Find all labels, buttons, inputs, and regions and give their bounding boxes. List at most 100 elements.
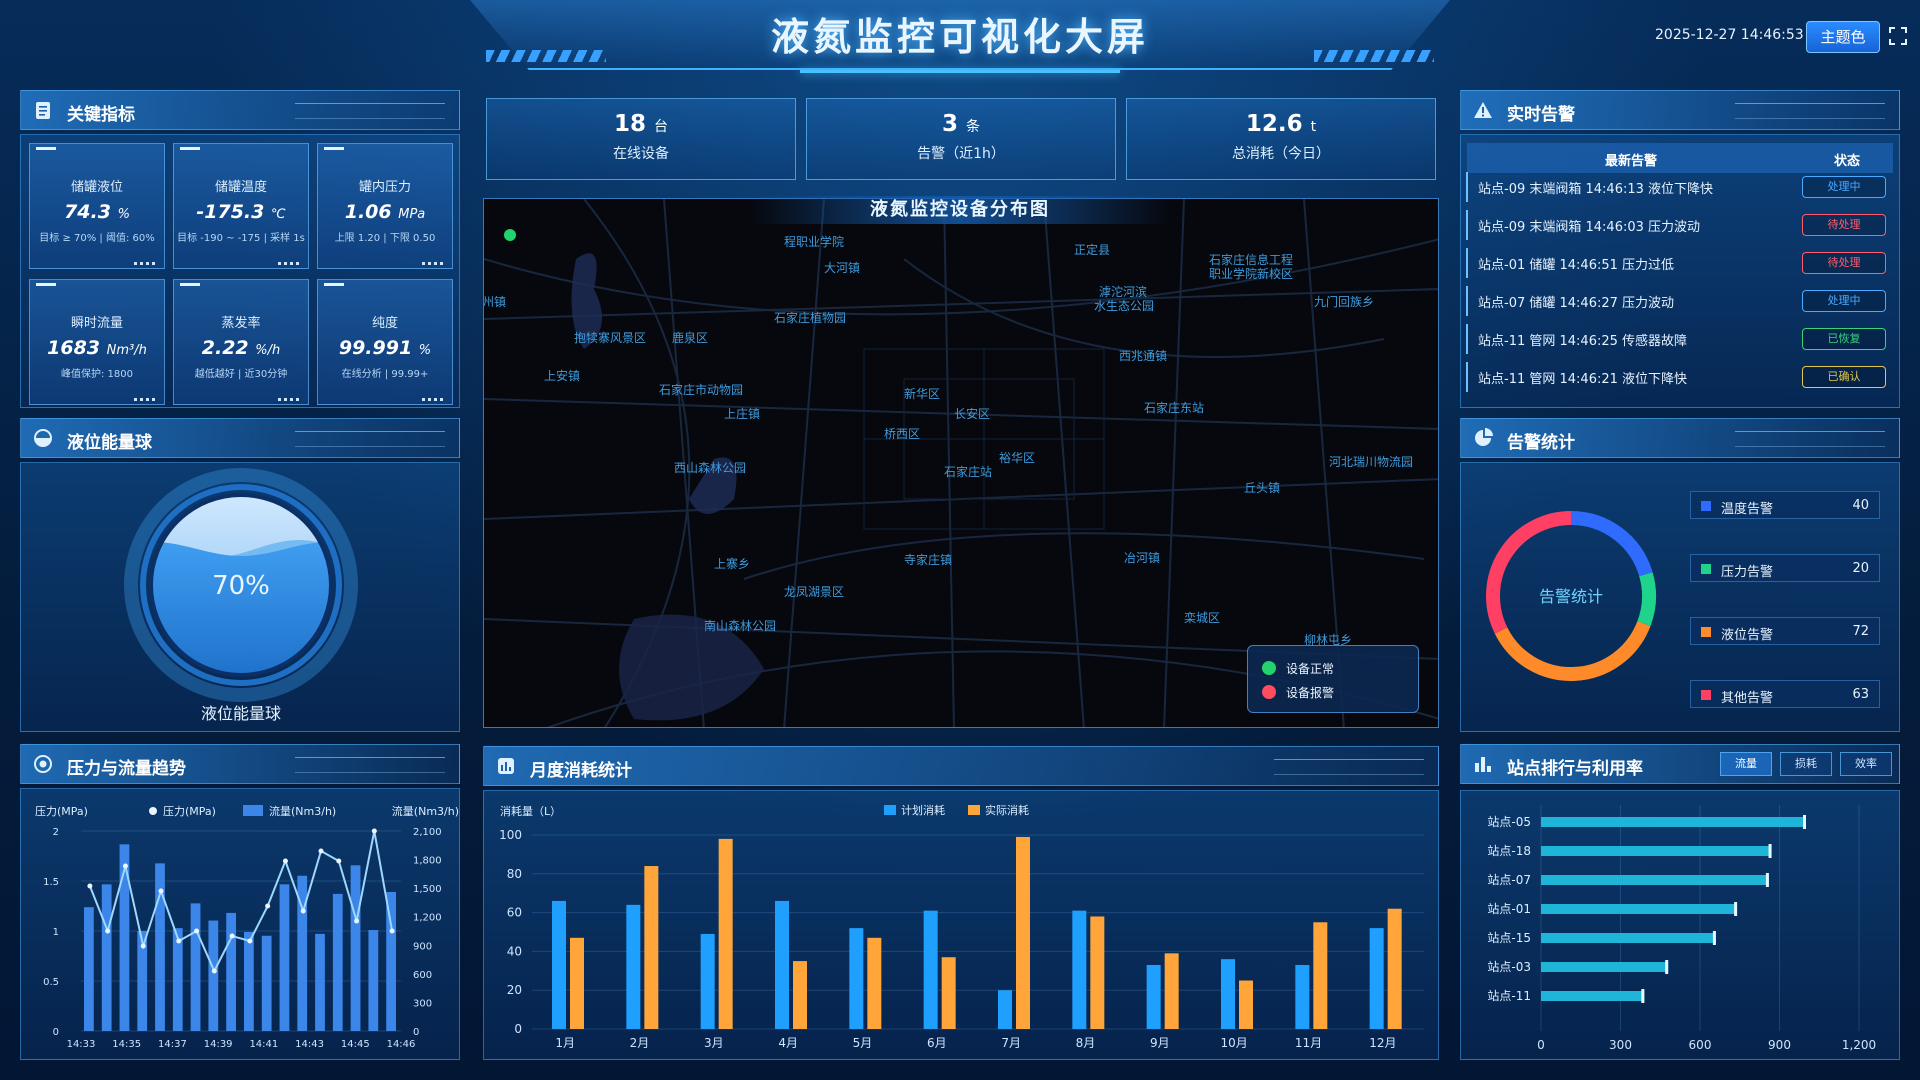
stat-value: 18 台 bbox=[613, 111, 669, 137]
kpi-value: 99.991 % bbox=[338, 337, 432, 359]
map-place-label: 石家庄站 bbox=[944, 465, 993, 479]
panel-head-monthly: 月度消耗统计 bbox=[483, 746, 1439, 786]
panel-head-alarm-stats: 告警统计 bbox=[1460, 418, 1900, 458]
y-tick-right: 300 bbox=[413, 998, 432, 1009]
panel-decoration bbox=[1735, 103, 1885, 119]
rank-label: 站点-03 bbox=[1487, 960, 1531, 974]
flow-bar bbox=[386, 891, 396, 1031]
y-tick: 0 bbox=[514, 1022, 522, 1036]
pressure-point bbox=[318, 848, 324, 854]
alarm-row[interactable]: 站点-07 储罐 14:46:27 压力波动 处理中 bbox=[1466, 286, 1892, 316]
monthly-bar bbox=[849, 928, 864, 1029]
rank-label: 站点-01 bbox=[1487, 902, 1531, 916]
pressure-point bbox=[354, 918, 360, 924]
tab-loss[interactable]: 损耗 bbox=[1780, 752, 1832, 776]
ball-caption: 液位能量球 bbox=[201, 704, 281, 723]
green-dot-icon bbox=[1262, 661, 1276, 675]
flow-bar bbox=[84, 907, 94, 1031]
alarm-row[interactable]: 站点-11 管网 14:46:21 液位下降快 已确认 bbox=[1466, 362, 1892, 392]
y-tick: 100 bbox=[499, 828, 522, 842]
fullscreen-icon[interactable] bbox=[1888, 26, 1908, 46]
monthly-bar bbox=[923, 910, 938, 1029]
donut-slice bbox=[1486, 511, 1572, 634]
map-place-label: 西山森林公园 bbox=[674, 461, 747, 475]
x-tick: 14:41 bbox=[249, 1039, 278, 1050]
alarm-row[interactable]: 站点-01 储罐 14:46:51 压力过低 待处理 bbox=[1466, 248, 1892, 278]
panel-monthly: 消耗量（L） 计划消耗 实际消耗 0 20 40 60 80 100 1月 2月 3月 4月 5月 6月 7月… bbox=[483, 790, 1439, 1060]
x-tick: 0 bbox=[1537, 1038, 1545, 1052]
x-tick: 12月 bbox=[1369, 1036, 1396, 1050]
alarm-row[interactable]: 站点-11 管网 14:46:25 传感器故障 已恢复 bbox=[1466, 324, 1892, 354]
pressure-point bbox=[87, 883, 93, 889]
monthly-bar bbox=[626, 904, 641, 1029]
kpi-sub: 在线分析 | 99.99+ bbox=[341, 369, 429, 380]
x-tick: 6月 bbox=[927, 1036, 947, 1050]
color-swatch bbox=[1701, 627, 1711, 637]
stat-card: 12.6 t 总消耗（今日） bbox=[1126, 98, 1436, 180]
kpi-sub: 上限 1.20 | 下限 0.50 bbox=[334, 233, 436, 244]
theme-color-button[interactable]: 主题色 bbox=[1806, 21, 1880, 53]
alarm-donut-chart: 告警统计 bbox=[1486, 511, 1656, 681]
map-place-label: 寺家庄镇 bbox=[904, 553, 953, 567]
y-axis-label: 消耗量（L） bbox=[500, 804, 561, 818]
y-tick-right: 2,100 bbox=[413, 827, 442, 838]
map-place-label: 程职业学院 bbox=[784, 235, 845, 249]
stat-label: 总消耗（今日） bbox=[1232, 146, 1330, 162]
donut-slice bbox=[1570, 511, 1653, 577]
color-swatch bbox=[1701, 564, 1711, 574]
rank-label: 站点-05 bbox=[1487, 815, 1531, 829]
tab-efficiency[interactable]: 效率 bbox=[1840, 752, 1892, 776]
alarm-row[interactable]: 站点-09 末端阀箱 14:46:03 压力波动 待处理 bbox=[1466, 210, 1892, 240]
kpi-value: 74.3 % bbox=[64, 201, 130, 223]
flow-bar bbox=[208, 920, 219, 1031]
rank-bar-cap bbox=[1803, 815, 1806, 829]
x-tick: 4月 bbox=[778, 1036, 798, 1050]
map-place-label: 河北瑞川物流园 bbox=[1329, 455, 1414, 469]
pressure-point bbox=[211, 968, 217, 974]
y-tick-left: 1 bbox=[53, 927, 59, 938]
ranking-chart: 0 300 600 900 1,200 站点-05 站点-18 站点-07 站点-01 站点-15… bbox=[1487, 805, 1876, 1052]
legend-label: 实际消耗 bbox=[985, 803, 1029, 817]
level-ball-svg: 70% 液位能量球 bbox=[124, 468, 358, 723]
rank-label: 站点-07 bbox=[1487, 873, 1531, 887]
panel-decoration bbox=[1735, 431, 1885, 447]
map-legend: 设备正常 设备报警 bbox=[1247, 645, 1419, 713]
color-swatch bbox=[1701, 501, 1711, 511]
monthly-bar bbox=[1387, 908, 1402, 1029]
rank-bar bbox=[1541, 904, 1738, 914]
monthly-bar bbox=[1146, 964, 1161, 1029]
map-place-label: 南山森林公园 bbox=[704, 619, 777, 633]
alarm-text: 站点-09 末端阀箱 14:46:13 液位下降快 bbox=[1478, 182, 1714, 197]
flow-bar bbox=[261, 935, 272, 1031]
y-axis-right-label: 流量(Nm3/h) bbox=[392, 804, 459, 818]
flow-bar bbox=[279, 884, 290, 1031]
device-marker-normal[interactable] bbox=[504, 229, 516, 241]
y-tick-left: 2 bbox=[53, 827, 59, 838]
tab-flow[interactable]: 流量 bbox=[1720, 752, 1772, 776]
color-swatch bbox=[1701, 690, 1711, 700]
rank-bar bbox=[1541, 817, 1806, 827]
map-place-label: 大河镇 bbox=[824, 261, 861, 275]
kpi-card: 瞬时流量 1683 Nm³/h 峰值保护: 1800 bbox=[29, 279, 165, 405]
y-tick-right: 600 bbox=[413, 970, 432, 981]
alarm-stat-label: 其他告警 bbox=[1721, 691, 1774, 706]
map-place-label: 上安镇 bbox=[544, 369, 581, 383]
kpi-card: 储罐液位 74.3 % 目标 ≥ 70% | 阈值: 60% bbox=[29, 143, 165, 269]
monthly-bar bbox=[552, 900, 566, 1029]
ranking-icon bbox=[1475, 757, 1491, 772]
panel-title: 月度消耗统计 bbox=[530, 761, 632, 781]
stat-card: 18 台 在线设备 bbox=[486, 98, 796, 180]
map-place-label: 抱犊寨风景区 bbox=[574, 331, 647, 345]
kpi-value: 1.06 MPa bbox=[344, 201, 426, 223]
stat-value: 12.6 t bbox=[1245, 111, 1317, 137]
red-dot-icon bbox=[1262, 685, 1276, 699]
half-circle-icon bbox=[34, 429, 52, 447]
alarm-status-badge: 处理中 bbox=[1802, 290, 1886, 312]
flow-bar bbox=[350, 865, 361, 1031]
flow-bar bbox=[226, 912, 236, 1031]
map-place-label: 上庄镇 bbox=[724, 407, 761, 421]
map-place-label: 桥西区 bbox=[884, 427, 921, 441]
alarm-row[interactable]: 站点-09 末端阀箱 14:46:13 液位下降快 处理中 bbox=[1466, 172, 1892, 202]
device-map[interactable]: 程职业学院 正定县 大河镇 石家庄信息工程 职业学院新校区 滹沱河滨 水生态公园 九门回族乡石… bbox=[483, 198, 1439, 728]
kpi-value: 1683 Nm³/h bbox=[47, 337, 147, 359]
